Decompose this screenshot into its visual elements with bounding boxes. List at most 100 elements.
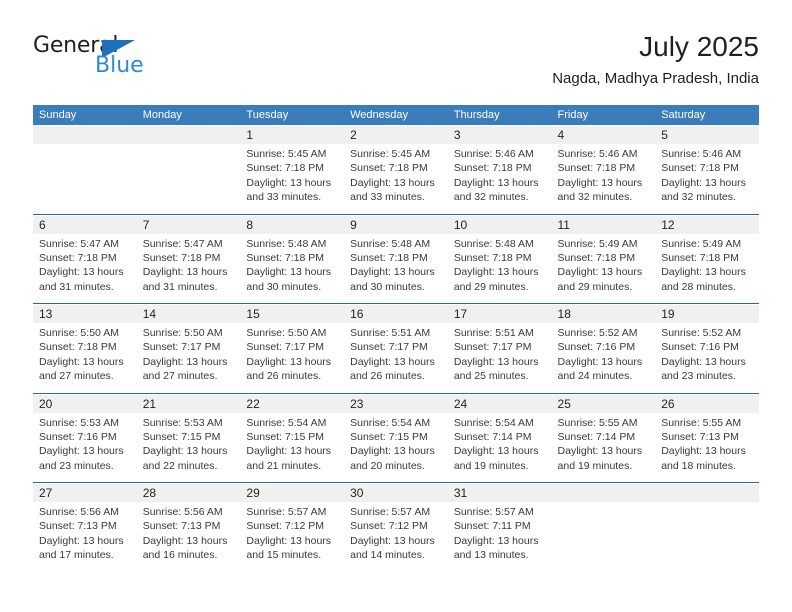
calendar-table: Sunday Monday Tuesday Wednesday Thursday Frid… bbox=[33, 105, 759, 572]
brand-logo[interactable]: General Blue bbox=[33, 34, 163, 84]
sunset-text: Sunset: 7:18 PM bbox=[453, 251, 532, 264]
daylight-text: Daylight: 13 hours and 14 minutes. bbox=[350, 534, 435, 562]
daylight-text: Daylight: 13 hours and 16 minutes. bbox=[142, 534, 228, 562]
day-cell: Sunrise: 5:45 AM Sunset: 7:18 PM Daylight:… bbox=[344, 144, 448, 214]
column-header-saturday: Saturday bbox=[655, 105, 759, 125]
day-number[interactable]: 6 bbox=[33, 215, 137, 234]
day-number-row: 12345 bbox=[33, 126, 759, 144]
sunset-text: Sunset: 7:17 PM bbox=[246, 341, 325, 354]
sunset-text: Sunset: 7:15 PM bbox=[350, 430, 428, 443]
daylight-text: Daylight: 13 hours and 32 minutes. bbox=[661, 176, 746, 204]
day-info-row: Sunrise: 5:53 AM Sunset: 7:16 PM Daylight:… bbox=[33, 412, 759, 483]
sunrise-text: Sunrise: 5:55 AM bbox=[557, 416, 638, 429]
column-header-monday: Monday bbox=[136, 105, 241, 125]
day-cell: Sunrise: 5:49 AM Sunset: 7:18 PM Daylight:… bbox=[655, 233, 759, 304]
day-number[interactable]: 11 bbox=[551, 215, 656, 234]
day-number[interactable]: 13 bbox=[33, 305, 137, 323]
brand-name-secondary: Blue bbox=[95, 53, 144, 78]
sunrise-text: Sunrise: 5:49 AM bbox=[557, 237, 638, 250]
sunset-text: Sunset: 7:17 PM bbox=[453, 341, 532, 354]
daylight-text: Daylight: 13 hours and 31 minutes. bbox=[39, 266, 124, 293]
day-number[interactable]: 2 bbox=[344, 126, 448, 144]
day-number[interactable]: 17 bbox=[447, 305, 552, 323]
day-cell-empty bbox=[136, 144, 241, 214]
day-number[interactable]: 9 bbox=[344, 215, 448, 234]
sunrise-text: Sunrise: 5:48 AM bbox=[246, 237, 327, 250]
column-header-wednesday: Wednesday bbox=[344, 105, 448, 125]
day-number[interactable]: 5 bbox=[655, 126, 759, 144]
day-cell: Sunrise: 5:56 AM Sunset: 7:13 PM Daylight:… bbox=[33, 502, 137, 572]
day-number[interactable]: 18 bbox=[551, 305, 656, 323]
day-number[interactable]: 19 bbox=[655, 305, 759, 323]
sunset-text: Sunset: 7:18 PM bbox=[39, 341, 117, 354]
day-number[interactable]: 25 bbox=[551, 394, 656, 413]
day-info-row: Sunrise: 5:45 AM Sunset: 7:18 PM Daylight:… bbox=[33, 144, 759, 214]
sunset-text: Sunset: 7:17 PM bbox=[350, 341, 428, 354]
sunrise-text: Sunrise: 5:53 AM bbox=[39, 416, 119, 429]
title-block: July 2025 Nagda, Madhya Pradesh, India bbox=[552, 30, 759, 88]
day-cell: Sunrise: 5:46 AM Sunset: 7:18 PM Daylight:… bbox=[655, 144, 759, 214]
daylight-text: Daylight: 13 hours and 28 minutes. bbox=[661, 266, 746, 293]
day-number[interactable]: 4 bbox=[551, 126, 656, 144]
daylight-text: Daylight: 13 hours and 26 minutes. bbox=[246, 355, 332, 383]
day-number[interactable]: 27 bbox=[33, 484, 137, 502]
day-cell: Sunrise: 5:54 AM Sunset: 7:15 PM Daylight:… bbox=[344, 412, 448, 483]
day-number[interactable]: 7 bbox=[136, 215, 241, 234]
daylight-text: Daylight: 13 hours and 18 minutes. bbox=[661, 445, 746, 472]
day-number[interactable]: 3 bbox=[447, 126, 552, 144]
day-number[interactable]: 23 bbox=[344, 394, 448, 413]
day-number[interactable]: 24 bbox=[447, 394, 552, 413]
day-cell: Sunrise: 5:57 AM Sunset: 7:12 PM Daylight:… bbox=[344, 502, 448, 572]
day-cell: Sunrise: 5:55 AM Sunset: 7:14 PM Daylight:… bbox=[551, 412, 656, 483]
day-number[interactable]: 26 bbox=[655, 394, 759, 413]
sunset-text: Sunset: 7:16 PM bbox=[39, 430, 117, 443]
sunrise-text: Sunrise: 5:47 AM bbox=[39, 237, 119, 250]
day-number[interactable]: 16 bbox=[344, 305, 448, 323]
day-number[interactable]: 29 bbox=[240, 484, 345, 502]
day-number[interactable]: 28 bbox=[136, 484, 241, 502]
sunrise-text: Sunrise: 5:50 AM bbox=[142, 327, 223, 339]
page-header: General Blue July 2025 Nagda, Madhya Pra… bbox=[33, 30, 759, 98]
day-number[interactable]: 14 bbox=[136, 305, 241, 323]
day-number[interactable]: 21 bbox=[136, 394, 241, 413]
day-info-row: Sunrise: 5:50 AM Sunset: 7:18 PM Daylight:… bbox=[33, 323, 759, 393]
day-number[interactable]: 20 bbox=[33, 394, 137, 413]
daylight-text: Daylight: 13 hours and 20 minutes. bbox=[350, 445, 435, 472]
sunrise-text: Sunrise: 5:45 AM bbox=[246, 148, 327, 160]
day-number[interactable]: 10 bbox=[447, 215, 552, 234]
sunset-text: Sunset: 7:12 PM bbox=[350, 520, 428, 533]
day-cell-empty bbox=[33, 144, 137, 214]
daylight-text: Daylight: 13 hours and 27 minutes. bbox=[39, 355, 124, 383]
daylight-text: Daylight: 13 hours and 13 minutes. bbox=[453, 534, 539, 562]
daylight-text: Daylight: 13 hours and 15 minutes. bbox=[246, 534, 332, 562]
daylight-text: Daylight: 13 hours and 21 minutes. bbox=[246, 445, 332, 472]
page-subtitle: Nagda, Madhya Pradesh, India bbox=[552, 70, 759, 87]
day-cell: Sunrise: 5:47 AM Sunset: 7:18 PM Daylight:… bbox=[136, 233, 241, 304]
daylight-text: Daylight: 13 hours and 25 minutes. bbox=[453, 355, 539, 383]
sunset-text: Sunset: 7:18 PM bbox=[661, 251, 739, 264]
calendar-header-row: Sunday Monday Tuesday Wednesday Thursday Frid… bbox=[33, 105, 759, 125]
day-number[interactable]: 8 bbox=[240, 215, 345, 234]
day-cell: Sunrise: 5:48 AM Sunset: 7:18 PM Daylight:… bbox=[344, 233, 448, 304]
sunset-text: Sunset: 7:18 PM bbox=[453, 162, 532, 175]
sunrise-text: Sunrise: 5:46 AM bbox=[453, 148, 534, 160]
daylight-text: Daylight: 13 hours and 19 minutes. bbox=[453, 445, 539, 472]
day-number[interactable]: 1 bbox=[240, 126, 345, 144]
sunrise-text: Sunrise: 5:46 AM bbox=[557, 148, 638, 160]
day-number[interactable]: 15 bbox=[240, 305, 345, 323]
sunset-text: Sunset: 7:13 PM bbox=[39, 520, 117, 533]
day-number[interactable]: 30 bbox=[344, 484, 448, 502]
day-number[interactable]: 31 bbox=[447, 484, 552, 502]
sunset-text: Sunset: 7:17 PM bbox=[142, 341, 221, 354]
day-cell: Sunrise: 5:48 AM Sunset: 7:18 PM Daylight:… bbox=[240, 233, 345, 304]
day-cell: Sunrise: 5:50 AM Sunset: 7:17 PM Daylight:… bbox=[240, 323, 345, 393]
calendar-page: General Blue July 2025 Nagda, Madhya Pra… bbox=[0, 0, 792, 612]
sunset-text: Sunset: 7:18 PM bbox=[350, 162, 428, 175]
day-number[interactable]: 22 bbox=[240, 394, 345, 413]
column-header-friday: Friday bbox=[551, 105, 656, 125]
day-number[interactable]: 12 bbox=[655, 215, 759, 234]
daylight-text: Daylight: 13 hours and 31 minutes. bbox=[142, 266, 228, 293]
daylight-text: Daylight: 13 hours and 26 minutes. bbox=[350, 355, 435, 383]
day-number-empty bbox=[136, 126, 241, 144]
daylight-text: Daylight: 13 hours and 19 minutes. bbox=[557, 445, 643, 472]
